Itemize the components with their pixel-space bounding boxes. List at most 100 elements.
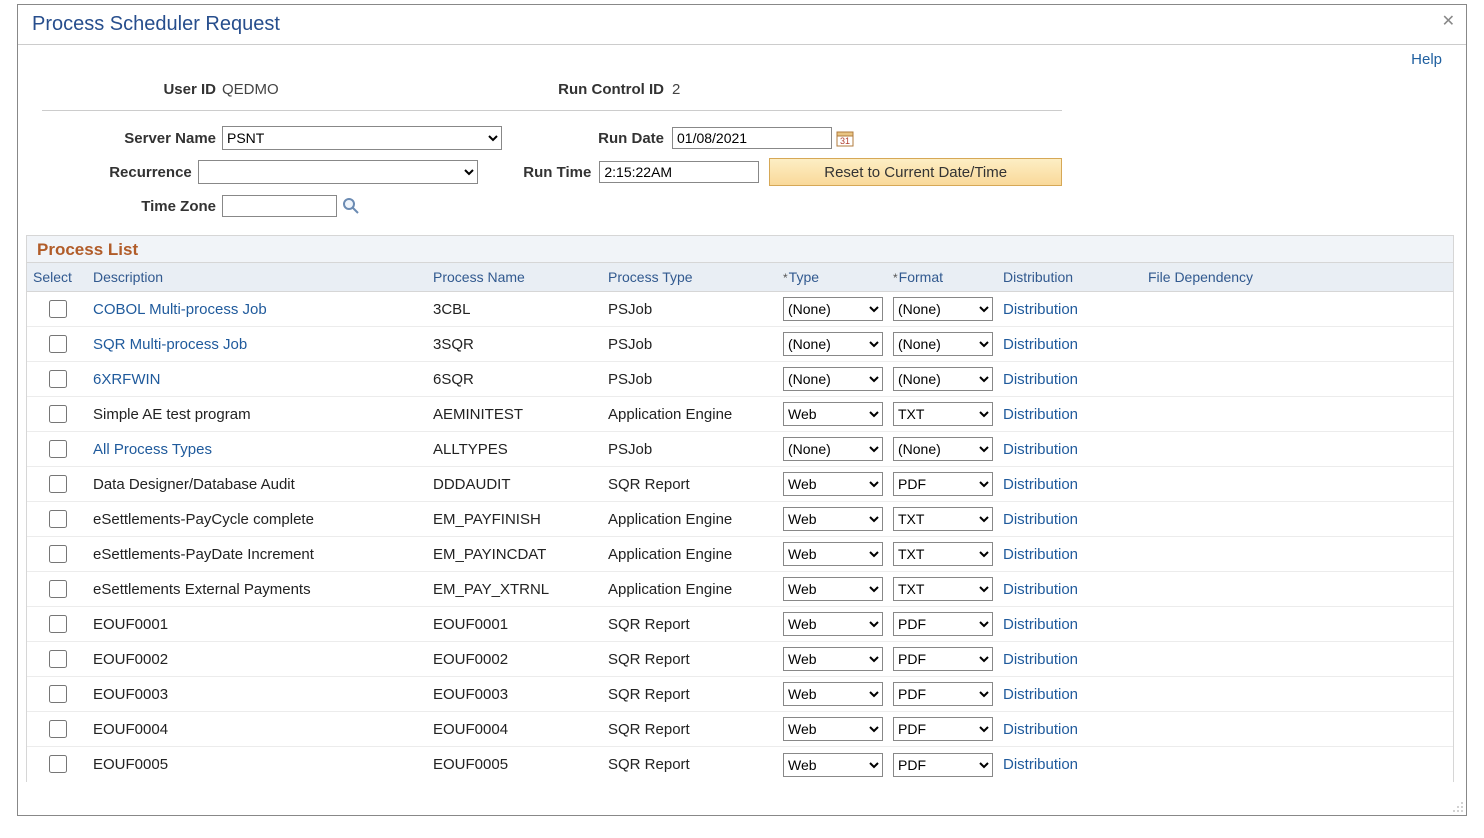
select-checkbox[interactable]	[49, 615, 67, 633]
th-process-name[interactable]: Process Name	[427, 267, 602, 287]
type-select[interactable]: Web	[783, 577, 883, 601]
table-row: 6XRFWIN 6SQRPSJob (None) (None) Distribution	[27, 362, 1453, 397]
type-select[interactable]: (None)	[783, 367, 883, 391]
format-select[interactable]: TXT	[893, 577, 993, 601]
distribution-link[interactable]: Distribution	[1003, 406, 1078, 423]
type-select[interactable]: Web	[783, 542, 883, 566]
description-link[interactable]: 6XRFWIN	[93, 371, 161, 388]
modal-title: Process Scheduler Request	[32, 13, 280, 35]
distribution-link[interactable]: Distribution	[1003, 616, 1078, 633]
recurrence-select[interactable]	[198, 160, 478, 184]
format-select[interactable]: TXT	[893, 542, 993, 566]
select-checkbox[interactable]	[49, 510, 67, 528]
process-name: EM_PAYFINISH	[427, 511, 602, 528]
distribution-link[interactable]: Distribution	[1003, 301, 1078, 318]
distribution-link[interactable]: Distribution	[1003, 581, 1078, 598]
process-list-title: Process List	[37, 240, 138, 259]
type-select[interactable]: (None)	[783, 297, 883, 321]
modal-body: Help User ID QEDMO Run Control ID 2 Serv…	[18, 45, 1466, 815]
process-type: Application Engine	[602, 511, 777, 528]
th-file-dependency[interactable]: File Dependency	[1142, 267, 1362, 287]
select-checkbox[interactable]	[49, 475, 67, 493]
table-row: EOUF0003EOUF0003SQR ReportWebPDFDistribu…	[27, 677, 1453, 712]
format-select[interactable]: TXT	[893, 507, 993, 531]
run-time-input[interactable]	[599, 161, 759, 183]
format-select[interactable]: (None)	[893, 297, 993, 321]
row-recurrence: Recurrence Run Time Reset to Current Dat…	[42, 155, 1062, 189]
resize-grip-icon[interactable]	[1450, 799, 1464, 813]
format-select[interactable]: PDF	[893, 717, 993, 741]
select-checkbox[interactable]	[49, 335, 67, 353]
format-select[interactable]: TXT	[893, 402, 993, 426]
select-checkbox[interactable]	[49, 545, 67, 563]
th-type[interactable]: *Type	[777, 267, 887, 287]
process-type: PSJob	[602, 371, 777, 388]
description-text: EOUF0005	[93, 756, 168, 773]
distribution-link[interactable]: Distribution	[1003, 511, 1078, 528]
th-select[interactable]: Select	[27, 267, 87, 287]
th-process-type[interactable]: Process Type	[602, 267, 777, 287]
distribution-link[interactable]: Distribution	[1003, 371, 1078, 388]
type-select[interactable]: Web	[783, 472, 883, 496]
th-distribution[interactable]: Distribution	[997, 267, 1142, 287]
process-type: SQR Report	[602, 616, 777, 633]
distribution-link[interactable]: Distribution	[1003, 651, 1078, 668]
select-checkbox[interactable]	[49, 300, 67, 318]
distribution-link[interactable]: Distribution	[1003, 336, 1078, 353]
type-select[interactable]: Web	[783, 612, 883, 636]
help-link[interactable]: Help	[1411, 51, 1442, 68]
format-select[interactable]: PDF	[893, 612, 993, 636]
process-type: SQR Report	[602, 756, 777, 773]
th-format[interactable]: *Format	[887, 267, 997, 287]
time-zone-input[interactable]	[222, 195, 337, 217]
distribution-link[interactable]: Distribution	[1003, 476, 1078, 493]
format-select[interactable]: (None)	[893, 367, 993, 391]
run-control-id-value: 2	[672, 81, 982, 98]
server-name-select[interactable]: PSNT	[222, 126, 502, 150]
select-checkbox[interactable]	[49, 440, 67, 458]
select-checkbox[interactable]	[49, 370, 67, 388]
description-link[interactable]: COBOL Multi-process Job	[93, 301, 267, 318]
type-select[interactable]: Web	[783, 682, 883, 706]
type-select[interactable]: Web	[783, 717, 883, 741]
type-select[interactable]: (None)	[783, 332, 883, 356]
select-checkbox[interactable]	[49, 405, 67, 423]
th-description[interactable]: Description	[87, 267, 427, 287]
process-name: 6SQR	[427, 371, 602, 388]
select-checkbox[interactable]	[49, 755, 67, 773]
distribution-link[interactable]: Distribution	[1003, 756, 1078, 773]
type-select[interactable]: Web	[783, 402, 883, 426]
reset-datetime-button[interactable]: Reset to Current Date/Time	[769, 158, 1062, 186]
type-select[interactable]: Web	[783, 507, 883, 531]
select-checkbox[interactable]	[49, 650, 67, 668]
format-select[interactable]: PDF	[893, 647, 993, 671]
format-select[interactable]: PDF	[893, 472, 993, 496]
format-select[interactable]: (None)	[893, 437, 993, 461]
description-link[interactable]: SQR Multi-process Job	[93, 336, 247, 353]
run-date-input[interactable]	[672, 127, 832, 149]
modal-window: Process Scheduler Request ✕ Help User ID…	[17, 4, 1467, 816]
calendar-icon[interactable]: 31	[836, 129, 854, 147]
distribution-link[interactable]: Distribution	[1003, 721, 1078, 738]
table-row: eSettlements-PayDate IncrementEM_PAYINCD…	[27, 537, 1453, 572]
table-header: Select Description Process Name Process …	[26, 262, 1454, 292]
format-select[interactable]: PDF	[893, 753, 993, 777]
scroll-area[interactable]: Help User ID QEDMO Run Control ID 2 Serv…	[18, 45, 1466, 815]
format-select[interactable]: PDF	[893, 682, 993, 706]
distribution-link[interactable]: Distribution	[1003, 546, 1078, 563]
search-icon[interactable]	[341, 196, 361, 216]
type-select[interactable]: Web	[783, 753, 883, 777]
distribution-link[interactable]: Distribution	[1003, 441, 1078, 458]
select-checkbox[interactable]	[49, 720, 67, 738]
run-control-id-label: Run Control ID	[532, 81, 672, 98]
select-checkbox[interactable]	[49, 580, 67, 598]
type-select[interactable]: Web	[783, 647, 883, 671]
select-checkbox[interactable]	[49, 685, 67, 703]
description-link[interactable]: All Process Types	[93, 441, 212, 458]
close-icon[interactable]: ✕	[1437, 9, 1460, 33]
description-text: EOUF0001	[93, 616, 168, 633]
format-select[interactable]: (None)	[893, 332, 993, 356]
distribution-link[interactable]: Distribution	[1003, 686, 1078, 703]
type-select[interactable]: (None)	[783, 437, 883, 461]
table-row: EOUF0004EOUF0004SQR ReportWebPDFDistribu…	[27, 712, 1453, 747]
